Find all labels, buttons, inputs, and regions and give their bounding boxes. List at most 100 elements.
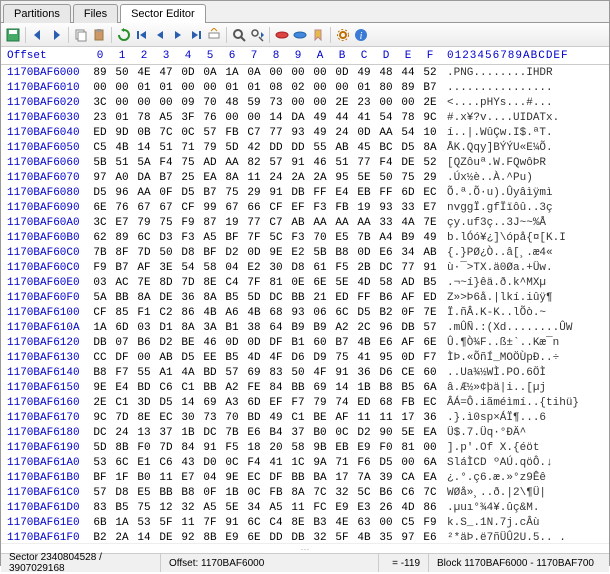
hex-byte[interactable]: 4F bbox=[309, 367, 331, 379]
ascii-cell[interactable]: â.Æ½»¢þä|i..[µj bbox=[441, 382, 546, 394]
hex-byte[interactable]: 11 bbox=[287, 502, 309, 514]
hex-byte[interactable]: BA bbox=[309, 472, 331, 484]
hex-byte[interactable]: 11 bbox=[177, 517, 199, 529]
hex-byte[interactable]: 43 bbox=[177, 457, 199, 469]
hex-bytes[interactable]: 6E766767CF996766CFEFF3FB199333E7 bbox=[89, 202, 441, 214]
hex-byte[interactable]: EB bbox=[353, 187, 375, 199]
paste-icon[interactable] bbox=[91, 27, 107, 43]
gear-icon[interactable] bbox=[335, 27, 351, 43]
hex-byte[interactable]: 8A bbox=[221, 172, 243, 184]
hex-byte[interactable]: 8B bbox=[199, 532, 221, 544]
hex-byte[interactable]: EC bbox=[243, 472, 265, 484]
hex-byte[interactable]: 0D bbox=[243, 247, 265, 259]
hex-byte[interactable]: 3C bbox=[89, 217, 111, 229]
hex-byte[interactable]: 3D bbox=[133, 397, 155, 409]
hex-byte[interactable]: AD bbox=[199, 157, 221, 169]
hex-row[interactable]: 1170BAF60A03CE77975F9871977C7ABAAAAAA334… bbox=[1, 215, 609, 230]
hex-byte[interactable]: 91 bbox=[199, 442, 221, 454]
hex-row[interactable]: 1170BAF61C057D8E5BBB80F1B0CFB8A7C325CB6C… bbox=[1, 485, 609, 500]
hex-byte[interactable]: 89 bbox=[111, 232, 133, 244]
hex-byte[interactable]: 55 bbox=[309, 142, 331, 154]
hex-byte[interactable]: 00 bbox=[397, 457, 419, 469]
hex-byte[interactable]: 0F bbox=[199, 487, 221, 499]
hex-byte[interactable]: 57 bbox=[221, 367, 243, 379]
hex-bytes[interactable]: 5B515AF475ADAA825791465177F4DE52 bbox=[89, 157, 441, 169]
hex-byte[interactable]: 08 bbox=[265, 82, 287, 94]
hex-row[interactable]: 1170BAF61602EC13DD51469A36DEFF77974ED68F… bbox=[1, 395, 609, 410]
hex-byte[interactable]: 0D bbox=[331, 67, 353, 79]
hex-byte[interactable]: 89 bbox=[397, 82, 419, 94]
hex-byte[interactable]: 4E bbox=[133, 67, 155, 79]
hex-byte[interactable]: 86 bbox=[177, 307, 199, 319]
hex-byte[interactable]: B5 bbox=[111, 502, 133, 514]
hex-byte[interactable]: 6D bbox=[111, 322, 133, 334]
hex-byte[interactable]: 00 bbox=[89, 82, 111, 94]
hex-byte[interactable]: 9A bbox=[309, 457, 331, 469]
hex-byte[interactable]: DF bbox=[265, 472, 287, 484]
hex-row[interactable]: 1170BAF60B062896CD3F3A5BF7F5CF370E57BA4B… bbox=[1, 230, 609, 245]
hex-byte[interactable]: 53 bbox=[133, 517, 155, 529]
hex-byte[interactable]: 6A bbox=[419, 457, 441, 469]
hex-byte[interactable]: 5E bbox=[331, 277, 353, 289]
hex-byte[interactable]: AA bbox=[221, 157, 243, 169]
hex-byte[interactable]: 7B bbox=[353, 232, 375, 244]
hex-byte[interactable]: DB bbox=[397, 322, 419, 334]
hex-bytes[interactable]: C54B145171795D42DDDD55AB45BCD58A bbox=[89, 142, 441, 154]
hex-byte[interactable]: 01 bbox=[133, 82, 155, 94]
hex-byte[interactable]: F9 bbox=[89, 262, 111, 274]
hex-byte[interactable]: B4 bbox=[265, 427, 287, 439]
info-icon[interactable]: i bbox=[353, 27, 369, 43]
hex-byte[interactable]: 9C bbox=[419, 112, 441, 124]
hex-byte[interactable]: BB bbox=[199, 382, 221, 394]
hex-byte[interactable]: C7 bbox=[243, 127, 265, 139]
ascii-cell[interactable]: .¬~í}êä.ð.k^MX­µ bbox=[441, 277, 546, 289]
hex-byte[interactable]: 87 bbox=[199, 217, 221, 229]
hex-byte[interactable]: A5 bbox=[155, 112, 177, 124]
find-next-icon[interactable] bbox=[249, 27, 265, 43]
bookmark-icon[interactable] bbox=[310, 27, 326, 43]
hex-row[interactable]: 1170BAF60C07B8F7D50D8BFD20D9EE25BB80DE63… bbox=[1, 245, 609, 260]
hex-byte[interactable]: 7C bbox=[309, 487, 331, 499]
hex-row[interactable]: 1170BAF601000000101000001010802000001808… bbox=[1, 80, 609, 95]
hex-byte[interactable]: 52 bbox=[419, 67, 441, 79]
hex-byte[interactable]: 34 bbox=[243, 502, 265, 514]
hex-byte[interactable]: 73 bbox=[265, 97, 287, 109]
hex-byte[interactable]: AD bbox=[397, 277, 419, 289]
hex-byte[interactable]: 67 bbox=[133, 202, 155, 214]
hex-byte[interactable]: E3 bbox=[353, 502, 375, 514]
hex-byte[interactable]: 00 bbox=[243, 112, 265, 124]
hex-data-area[interactable]: 1170BAF600089504E470D0A1A0A0000000D49484… bbox=[1, 65, 609, 543]
hex-byte[interactable]: 79 bbox=[133, 217, 155, 229]
hex-byte[interactable]: 70 bbox=[309, 232, 331, 244]
hex-byte[interactable]: 3C bbox=[89, 97, 111, 109]
hex-byte[interactable]: DE bbox=[397, 157, 419, 169]
hex-row[interactable]: 1170BAF6140B8F755A14ABD576983504F9136D6C… bbox=[1, 365, 609, 380]
hex-byte[interactable]: A3 bbox=[221, 397, 243, 409]
hex-byte[interactable]: BB bbox=[287, 292, 309, 304]
hex-byte[interactable]: FB bbox=[397, 397, 419, 409]
hex-byte[interactable]: 7D bbox=[133, 247, 155, 259]
hex-byte[interactable]: 83 bbox=[89, 502, 111, 514]
hex-byte[interactable]: AA bbox=[133, 187, 155, 199]
hex-byte[interactable]: 8A bbox=[199, 292, 221, 304]
hex-byte[interactable]: 30 bbox=[177, 412, 199, 424]
ascii-cell[interactable]: WØå»¸..ð.|2\¶Ü| bbox=[441, 487, 546, 499]
hex-byte[interactable]: 00 bbox=[309, 82, 331, 94]
hex-byte[interactable]: 79 bbox=[309, 397, 331, 409]
hex-byte[interactable]: 5A bbox=[89, 292, 111, 304]
hex-byte[interactable]: 36 bbox=[419, 412, 441, 424]
hex-bytes[interactable]: BF1FB011E7049EECDFBBBA177A39CAEA bbox=[89, 472, 441, 484]
hex-byte[interactable]: 97 bbox=[397, 532, 419, 544]
hex-byte[interactable]: 29 bbox=[419, 172, 441, 184]
hex-byte[interactable]: B8 bbox=[89, 367, 111, 379]
hex-row[interactable]: 1170BAF61F0B22A14DE928BE96EDDDB325F4B359… bbox=[1, 530, 609, 543]
hex-byte[interactable]: 33 bbox=[375, 217, 397, 229]
hex-byte[interactable]: 01 bbox=[111, 112, 133, 124]
hex-byte[interactable]: E7 bbox=[419, 202, 441, 214]
hex-byte[interactable]: 90 bbox=[375, 427, 397, 439]
hex-byte[interactable]: 5D bbox=[221, 142, 243, 154]
hex-byte[interactable]: F0 bbox=[375, 442, 397, 454]
hex-byte[interactable]: AB bbox=[419, 247, 441, 259]
hex-byte[interactable]: 0C bbox=[221, 457, 243, 469]
hex-byte[interactable]: BF bbox=[221, 232, 243, 244]
